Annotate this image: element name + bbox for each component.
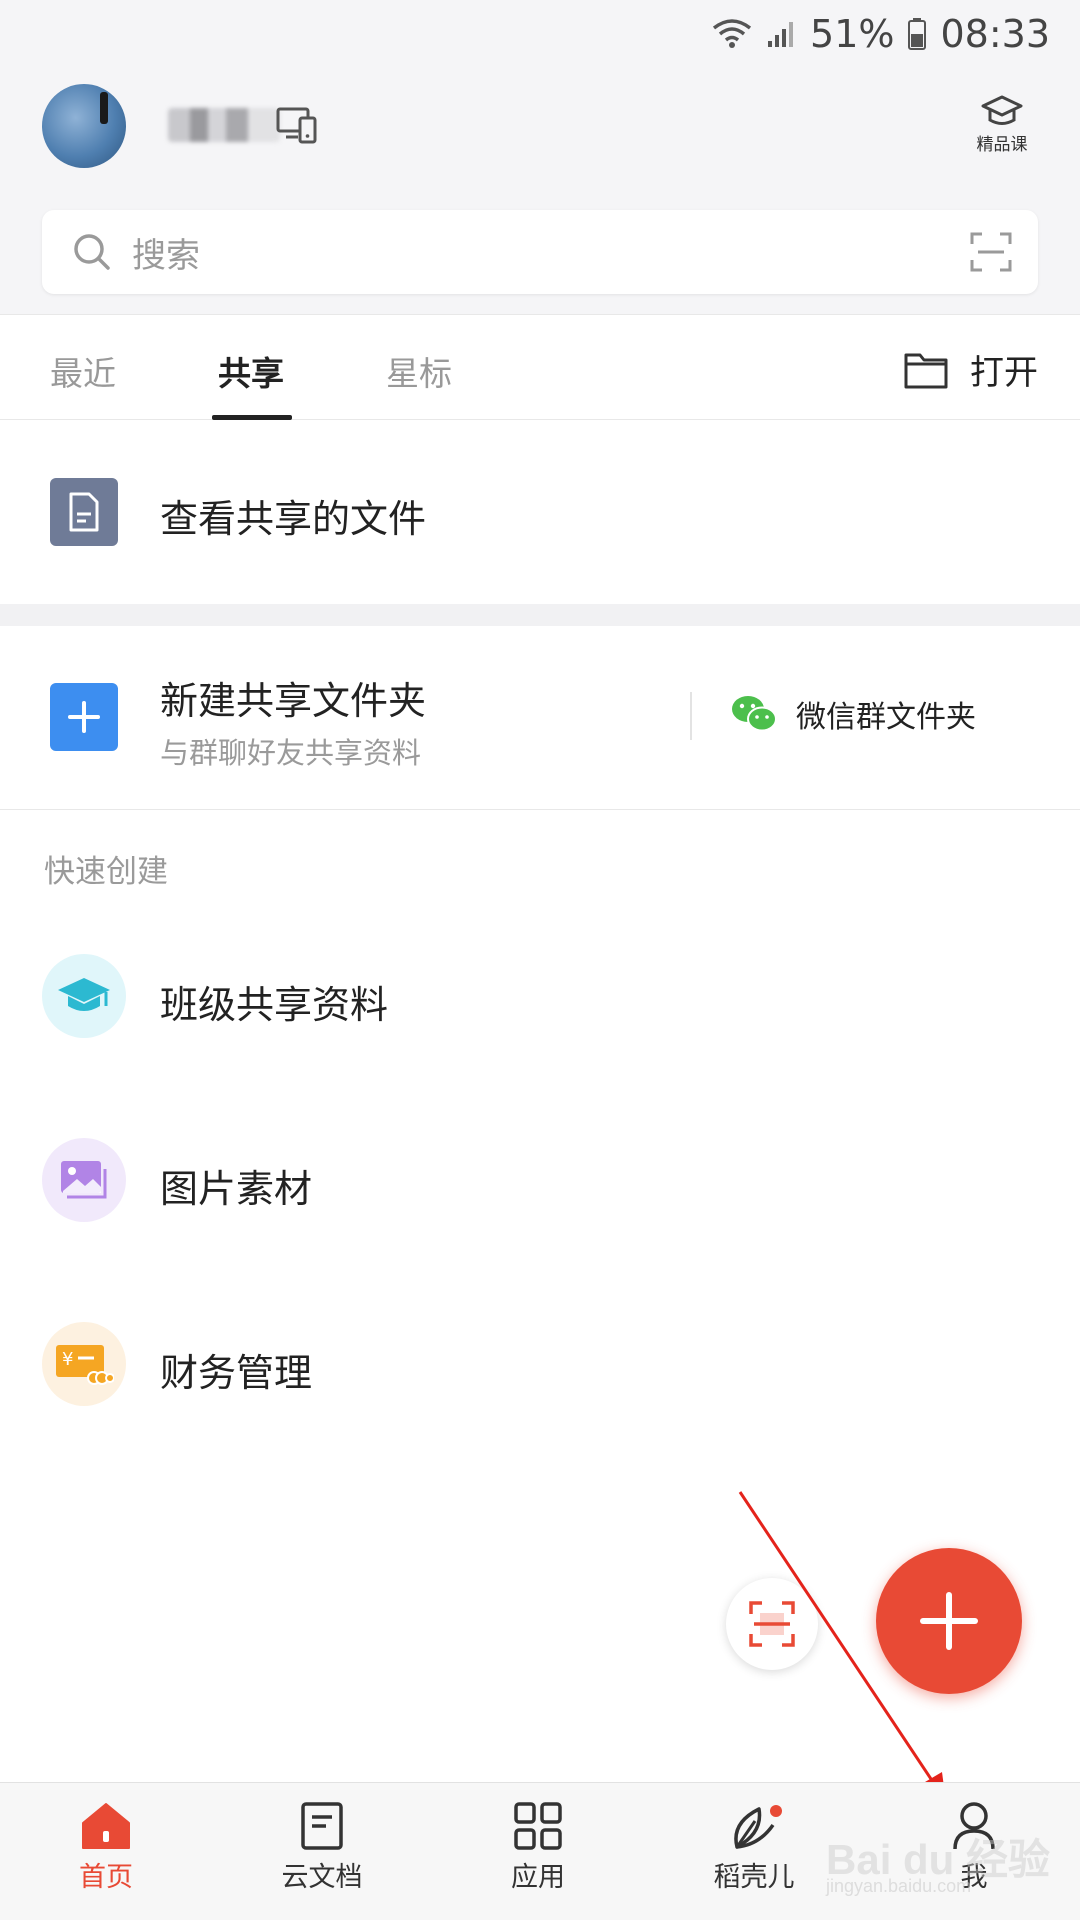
- nav-docer[interactable]: 稻壳儿: [684, 1801, 824, 1894]
- wechat-icon: [732, 696, 777, 732]
- signal-icon: [768, 22, 794, 47]
- vertical-divider: [690, 692, 692, 740]
- quick-create-label: 班级共享资料: [160, 983, 389, 1027]
- nav-cloud-docs-label: 云文档: [281, 1862, 363, 1893]
- avatar[interactable]: [42, 84, 126, 168]
- image-icon: [42, 1138, 126, 1222]
- username-blurred: [168, 108, 280, 142]
- nav-apps[interactable]: 应用: [468, 1801, 608, 1894]
- create-new-button[interactable]: [876, 1548, 1022, 1694]
- quick-create-label: 财务管理: [160, 1351, 313, 1395]
- new-shared-folder-title[interactable]: 新建共享文件夹: [160, 670, 426, 725]
- new-shared-folder-subtitle: 与群聊好友共享资料: [160, 736, 422, 770]
- battery-percent: 51%: [810, 12, 895, 56]
- new-shared-folder-row: 新建共享文件夹 与群聊好友共享资料 微信群文件夹: [0, 626, 1080, 810]
- plus-icon[interactable]: [50, 683, 118, 751]
- finance-card-icon: ¥: [42, 1322, 126, 1406]
- tab-starred[interactable]: 星标: [386, 347, 452, 395]
- quick-create-item-finance[interactable]: ¥ 财务管理: [0, 1306, 1080, 1426]
- clock: 08:33: [940, 12, 1050, 56]
- nav-home[interactable]: 首页: [36, 1801, 176, 1894]
- quick-create-item-class-materials[interactable]: 班级共享资料: [0, 938, 1080, 1058]
- nav-cloud-docs[interactable]: 云文档: [252, 1801, 392, 1894]
- tab-bar: 最近 共享 星标 打开: [0, 314, 1080, 420]
- header: 精品课 搜索: [0, 66, 1080, 314]
- graduation-icon: [981, 95, 1023, 125]
- status-bar: 51% 08:33: [0, 0, 1080, 66]
- open-label: 打开: [970, 353, 1038, 393]
- tab-shared[interactable]: 共享: [218, 347, 284, 395]
- wechat-group-folder-button[interactable]: 微信群文件夹: [730, 692, 976, 736]
- svg-text:¥: ¥: [62, 1349, 73, 1370]
- nav-apps-label: 应用: [511, 1862, 565, 1893]
- premium-course-label: 精品课: [976, 135, 1028, 155]
- watermark-url: jingyan.baidu.com: [826, 1876, 972, 1896]
- wechat-group-folder-label: 微信群文件夹: [796, 700, 976, 735]
- devices-icon[interactable]: [276, 106, 318, 144]
- search-input[interactable]: 搜索: [132, 228, 200, 277]
- scan-icon[interactable]: [970, 232, 1012, 272]
- notification-badge: [770, 1805, 782, 1817]
- wifi-icon: [712, 19, 752, 48]
- apps-grid-icon: [514, 1802, 562, 1850]
- scan-document-button[interactable]: [726, 1578, 818, 1670]
- open-button[interactable]: 打开: [904, 345, 1038, 394]
- document-icon: [50, 478, 118, 546]
- scan-document-icon: [749, 1601, 795, 1647]
- folder-icon: [904, 353, 948, 388]
- graduation-cap-icon: [42, 954, 126, 1038]
- home-icon: [82, 1803, 130, 1849]
- search-icon: [74, 234, 110, 270]
- document-icon: [301, 1802, 343, 1850]
- premium-course-button[interactable]: 精品课: [970, 94, 1034, 155]
- quick-create-title: 快速创建: [44, 854, 168, 890]
- nav-home-label: 首页: [79, 1862, 133, 1893]
- search-bar[interactable]: 搜索: [42, 210, 1038, 294]
- plus-icon: [920, 1592, 978, 1650]
- section-divider: [0, 604, 1080, 626]
- nav-docer-label: 稻壳儿: [713, 1862, 795, 1893]
- tab-recent[interactable]: 最近: [50, 347, 116, 395]
- battery-icon: [908, 18, 927, 50]
- view-shared-files-label: 查看共享的文件: [160, 497, 427, 541]
- view-shared-files-row[interactable]: 查看共享的文件: [0, 420, 1080, 604]
- quick-create-label: 图片素材: [160, 1167, 313, 1211]
- quick-create-item-image-assets[interactable]: 图片素材: [0, 1122, 1080, 1242]
